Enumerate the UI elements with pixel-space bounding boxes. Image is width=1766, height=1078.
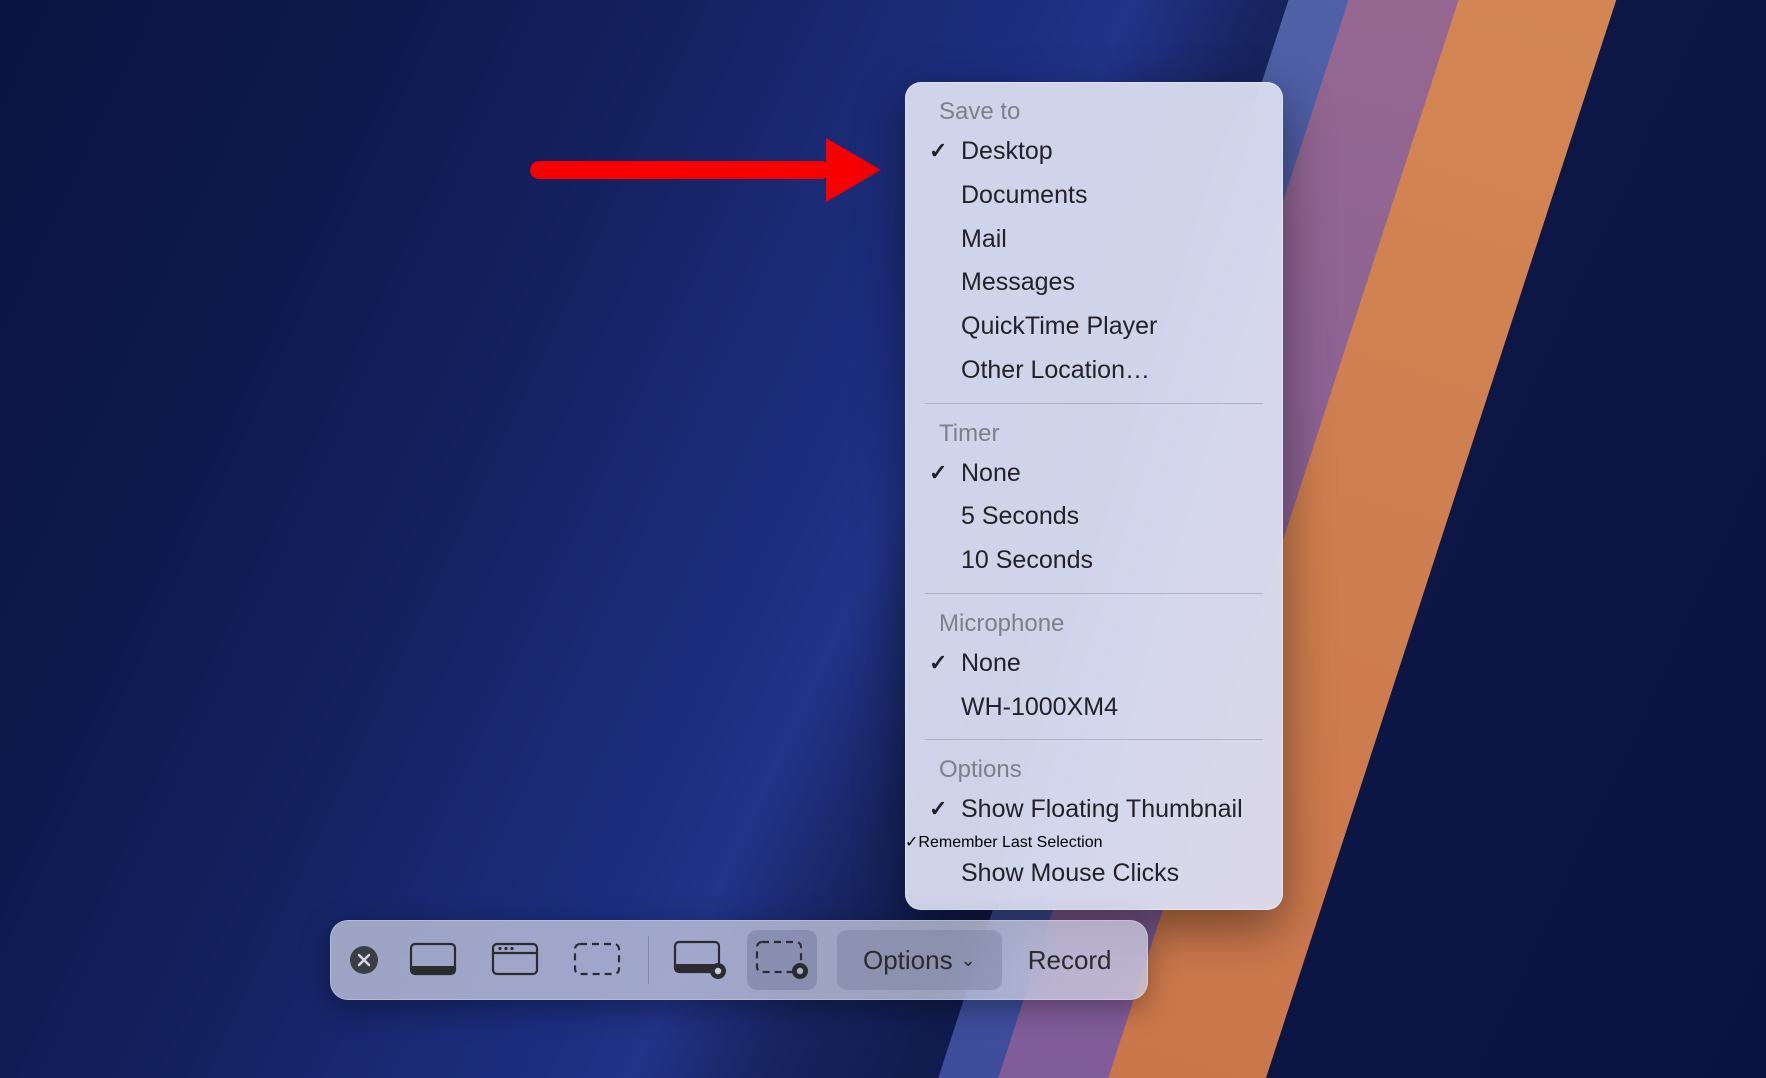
menu-item-show-mouse-clicks[interactable]: Show Mouse Clicks: [905, 852, 1283, 896]
chevron-down-icon: ⌄: [961, 950, 976, 971]
menu-item-save-messages[interactable]: Messages: [905, 261, 1283, 305]
menu-item-remember-selection[interactable]: ✓Remember Last Selection: [905, 832, 1283, 852]
menu-item-label: Desktop: [961, 137, 1053, 165]
menu-item-save-mail[interactable]: Mail: [905, 218, 1283, 262]
menu-item-label: Show Mouse Clicks: [961, 859, 1179, 887]
menu-item-mic-wh1000xm4[interactable]: WH-1000XM4: [905, 686, 1283, 730]
menu-item-mic-none[interactable]: ✓ None: [905, 642, 1283, 686]
checkmark-icon: ✓: [929, 794, 947, 824]
capture-selection-button[interactable]: [562, 930, 632, 990]
record-selection-icon: [754, 939, 810, 981]
menu-item-save-documents[interactable]: Documents: [905, 174, 1283, 218]
record-entire-screen-icon: [672, 939, 728, 981]
menu-item-show-thumbnail[interactable]: ✓ Show Floating Thumbnail: [905, 788, 1283, 832]
menu-item-save-desktop[interactable]: ✓ Desktop: [905, 130, 1283, 174]
capture-window-button[interactable]: [480, 930, 550, 990]
menu-item-timer-5s[interactable]: 5 Seconds: [905, 495, 1283, 539]
menu-item-label: Documents: [961, 181, 1087, 209]
menu-item-label: Remember Last Selection: [918, 834, 1102, 851]
annotation-arrow: [530, 138, 881, 202]
menu-item-label: Show Floating Thumbnail: [961, 795, 1243, 823]
record-button-label: Record: [1028, 945, 1112, 976]
options-menu: Save to ✓ Desktop Documents Mail Messages…: [905, 82, 1283, 910]
menu-item-label: Other Location…: [961, 356, 1150, 384]
menu-item-label: WH-1000XM4: [961, 693, 1118, 721]
record-selection-button[interactable]: [747, 930, 817, 990]
menu-item-timer-10s[interactable]: 10 Seconds: [905, 539, 1283, 583]
capture-entire-screen-button[interactable]: [398, 930, 468, 990]
checkmark-icon: ✓: [929, 136, 947, 166]
options-button-label: Options: [863, 945, 953, 976]
menu-item-label: None: [961, 649, 1021, 677]
menu-section-title-microphone: Microphone: [905, 604, 1283, 642]
menu-section-title-timer: Timer: [905, 414, 1283, 452]
close-icon: [357, 953, 371, 967]
capture-entire-screen-icon: [408, 941, 458, 979]
screenshot-toolbar: Options ⌄ Record: [330, 920, 1148, 1000]
menu-item-label: None: [961, 459, 1021, 487]
checkmark-icon: ✓: [929, 648, 947, 678]
checkmark-icon: ✓: [929, 458, 947, 488]
toolbar-divider: [648, 936, 649, 984]
menu-item-label: Messages: [961, 268, 1075, 296]
checkmark-icon: ✓: [905, 834, 918, 851]
options-button[interactable]: Options ⌄: [837, 930, 1002, 990]
menu-separator: [925, 593, 1263, 594]
menu-item-save-quicktime[interactable]: QuickTime Player: [905, 305, 1283, 349]
menu-item-label: 10 Seconds: [961, 546, 1093, 574]
menu-item-label: 5 Seconds: [961, 502, 1079, 530]
menu-separator: [925, 403, 1263, 404]
close-button[interactable]: [350, 946, 378, 974]
menu-item-timer-none[interactable]: ✓ None: [905, 452, 1283, 496]
menu-section-title-save-to: Save to: [905, 92, 1283, 130]
desktop-wallpaper: Save to ✓ Desktop Documents Mail Messages…: [0, 0, 1766, 1078]
capture-selection-icon: [572, 941, 622, 979]
menu-item-label: QuickTime Player: [961, 312, 1157, 340]
capture-window-icon: [490, 941, 540, 979]
menu-separator: [925, 739, 1263, 740]
menu-item-label: Mail: [961, 225, 1007, 253]
record-entire-screen-button[interactable]: [665, 930, 735, 990]
record-button[interactable]: Record: [1002, 930, 1138, 990]
menu-item-save-other[interactable]: Other Location…: [905, 349, 1283, 393]
menu-section-title-options: Options: [905, 750, 1283, 788]
